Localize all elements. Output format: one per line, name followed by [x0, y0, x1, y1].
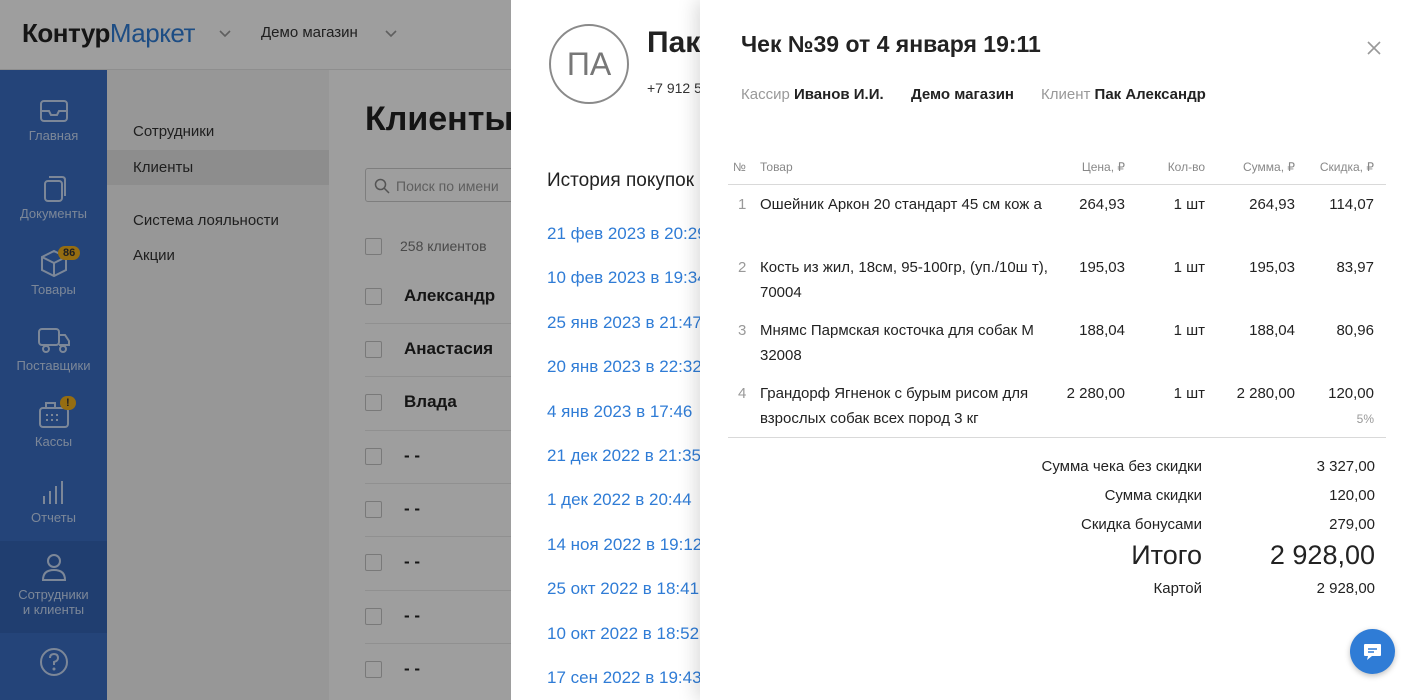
row-index: 1 [738, 196, 747, 213]
purchase-link[interactable]: 4 янв 2023 в 17:46 [547, 402, 692, 422]
receipt-title: Чек №39 от 4 января 19:11 [741, 31, 1041, 57]
product-sum: 188,04 [1249, 322, 1295, 339]
row-index: 2 [738, 259, 747, 276]
product-sum: 2 280,00 [1236, 385, 1295, 402]
purchase-link[interactable]: 14 ноя 2022 в 19:12 [547, 535, 702, 555]
product-discount: 83,97 [1336, 259, 1374, 276]
col-header-discount: Скидка, ₽ [1319, 160, 1374, 174]
product-name: Ошейник Аркон 20 стандарт 45 см кож а [760, 196, 1042, 213]
avatar: ПА [549, 24, 629, 104]
client-phone: +7 912 5 [647, 80, 702, 96]
client-panel: ПА Пак Александр +7 912 5 История покупо… [511, 0, 711, 700]
purchase-link[interactable]: 25 окт 2022 в 18:41 [547, 579, 699, 599]
card-payment-label: Картой [1153, 580, 1202, 597]
product-discount: 114,07 [1329, 196, 1374, 213]
product-price: 195,03 [1079, 259, 1125, 276]
product-discount-percent: 5% [1356, 412, 1374, 426]
product-price: 188,04 [1079, 322, 1125, 339]
discount-sum-label: Сумма скидки [1104, 487, 1202, 504]
grand-total-label: Итого [1131, 540, 1202, 570]
product-qty: 1 шт [1173, 196, 1205, 213]
table-bottom-divider [728, 437, 1386, 438]
cashier-name: Иванов И.И. [793, 86, 884, 103]
purchase-history-title: История покупок [547, 170, 695, 191]
product-price: 2 280,00 [1066, 385, 1125, 402]
receipt-client: Клиент Пак Александр [1041, 86, 1206, 103]
client-name: Пак Александр [1094, 86, 1206, 103]
purchase-link[interactable]: 10 фев 2023 в 19:34 [547, 268, 707, 288]
purchase-link[interactable]: 25 янв 2023 в 21:47 [547, 313, 702, 333]
chat-icon [1364, 644, 1381, 660]
purchase-link[interactable]: 1 дек 2022 в 20:44 [547, 490, 692, 510]
table-header-divider [728, 184, 1386, 185]
row-index: 3 [738, 322, 747, 339]
support-chat-button[interactable] [1350, 629, 1395, 674]
receipt-panel: Чек №39 от 4 января 19:11 Кассир Иванов … [700, 0, 1418, 700]
product-qty: 1 шт [1173, 259, 1205, 276]
purchase-link[interactable]: 21 дек 2022 в 21:35 [547, 446, 701, 466]
card-payment-value: 2 928,00 [1316, 580, 1375, 597]
product-name: Грандорф Ягненок с бурым рисом для взрос… [760, 385, 1029, 427]
col-header-sum: Сумма, ₽ [1242, 160, 1295, 174]
bonus-discount-label: Скидка бонусами [1080, 516, 1202, 533]
col-header-num: № [733, 160, 746, 174]
product-sum: 195,03 [1249, 259, 1295, 276]
purchase-link[interactable]: 20 янв 2023 в 22:32 [547, 357, 702, 377]
product-discount: 120,00 [1328, 385, 1374, 402]
product-sum: 264,93 [1249, 196, 1295, 213]
client-label: Клиент [1041, 86, 1091, 103]
grand-total-value: 2 928,00 [1269, 540, 1375, 570]
product-name: Кость из жил, 18см, 95-100гр, (уп./10ш т… [760, 259, 1048, 301]
col-header-qty: Кол-во [1167, 160, 1205, 174]
bonus-discount-value: 279,00 [1329, 516, 1375, 533]
product-qty: 1 шт [1173, 322, 1205, 339]
purchase-link[interactable]: 21 фев 2023 в 20:29 [547, 224, 707, 244]
purchase-link[interactable]: 10 окт 2022 в 18:52 [547, 624, 699, 644]
receipt-store: Демо магазин [911, 86, 1014, 103]
total-no-discount-label: Сумма чека без скидки [1041, 458, 1202, 475]
close-icon[interactable] [1366, 40, 1382, 56]
purchase-link[interactable]: 17 сен 2022 в 19:43 [547, 668, 702, 688]
col-header-price: Цена, ₽ [1081, 160, 1125, 174]
discount-sum-value: 120,00 [1329, 487, 1375, 504]
product-discount: 80,96 [1336, 322, 1374, 339]
cashier-label: Кассир [741, 86, 790, 103]
col-header-product: Товар [760, 160, 793, 174]
store-name: Демо магазин [911, 86, 1014, 103]
product-name: Мнямс Пармская косточка для собак М 3200… [760, 322, 1034, 364]
product-price: 264,93 [1079, 196, 1125, 213]
receipt-cashier: Кассир Иванов И.И. [741, 86, 884, 103]
total-no-discount-value: 3 327,00 [1316, 458, 1375, 475]
product-qty: 1 шт [1173, 385, 1205, 402]
row-index: 4 [738, 385, 747, 402]
